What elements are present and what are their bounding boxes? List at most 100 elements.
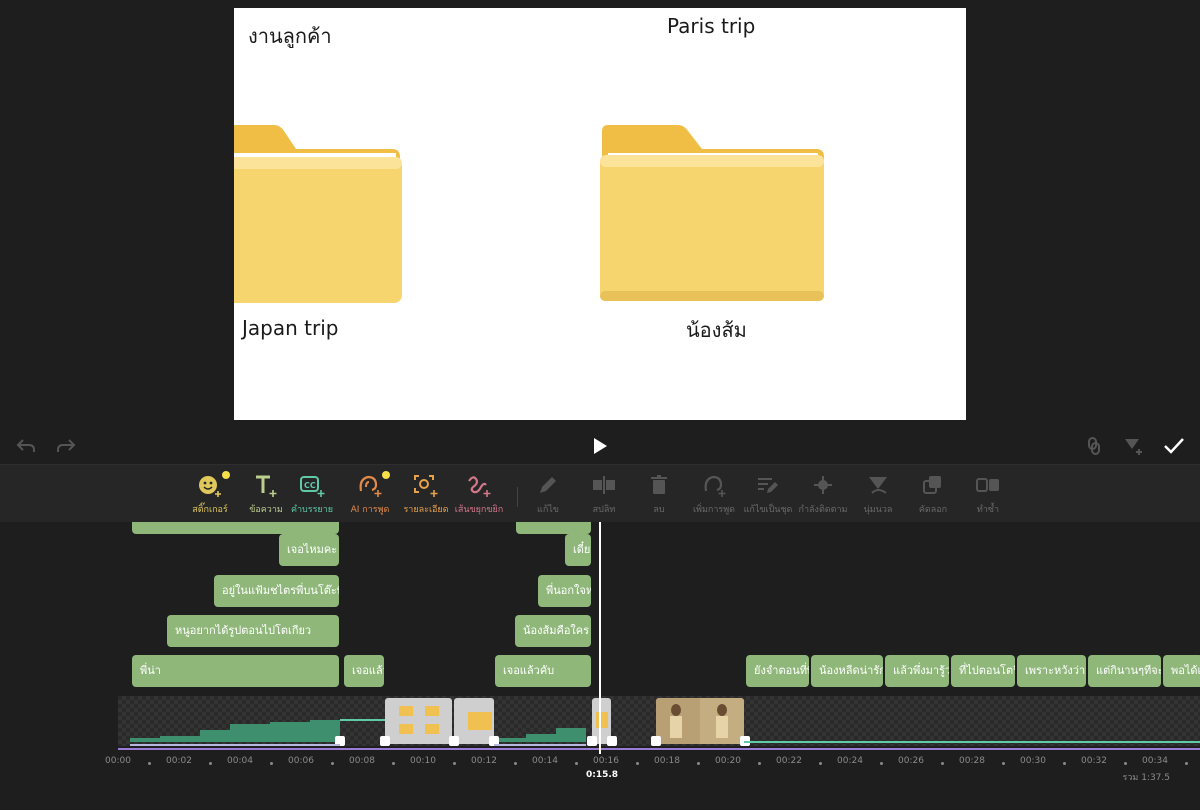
image-clip[interactable] (454, 698, 494, 744)
caption-clip[interactable]: เดี๋ย (565, 534, 591, 566)
ruler-dot (819, 762, 822, 765)
folder-thumbnail-icon (399, 706, 439, 734)
ruler-dot (514, 762, 517, 765)
delete-tool-button[interactable]: ลบ (629, 473, 689, 521)
smooth-tool-button[interactable]: นุ่มนวล (848, 473, 908, 521)
ruler-tick: 00:20 (715, 756, 741, 766)
caption-clip[interactable]: ยังจำตอนที่พี่ (746, 655, 809, 687)
caption-clip[interactable]: เจอไหมคะ (279, 534, 339, 566)
folder-icon (234, 125, 402, 303)
ai-speech-tool-button[interactable]: AI การพูด (340, 471, 400, 521)
ruler-dot (209, 762, 212, 765)
duplicate-icon (974, 473, 1002, 499)
copy-tool-button[interactable]: คัดลอก (903, 473, 963, 521)
image-clip[interactable] (385, 698, 452, 744)
checkmark-icon[interactable] (1160, 432, 1188, 460)
trim-handle[interactable] (449, 736, 459, 746)
ruler-tick: 00:06 (288, 756, 314, 766)
trim-handle[interactable] (607, 736, 617, 746)
audio-line (340, 719, 385, 721)
caption-clip[interactable]: เพราะหวังว่าจะ (1017, 655, 1086, 687)
svg-text:CC: CC (304, 481, 316, 490)
batch-edit-tool-button[interactable]: แก้ไขเป็นชุด (738, 473, 798, 521)
caption-clip[interactable]: พอได้เจ (1163, 655, 1200, 687)
caption-clip[interactable]: น้องหลีดน่ารักม (811, 655, 883, 687)
ruler-dot (1185, 762, 1188, 765)
caption-clip[interactable]: พี่นอกใจหร (538, 575, 591, 607)
video-clip[interactable] (656, 698, 744, 744)
current-time: 0:15.8 (586, 770, 619, 780)
caption-clip[interactable]: เจอแล้วคับ (495, 655, 591, 687)
photo-thumbnail-icon (656, 698, 744, 744)
split-icon (590, 473, 618, 499)
link-icon[interactable] (1080, 432, 1108, 460)
ruler-dot (636, 762, 639, 765)
ruler-tick: 00:34 (1142, 756, 1168, 766)
ruler-dot (331, 762, 334, 765)
trim-handle[interactable] (587, 736, 597, 746)
ruler-tick: 00:24 (837, 756, 863, 766)
tool-label: เพิ่มการพูด (692, 505, 736, 515)
detail-tool-button[interactable]: รายละเอียด (396, 473, 456, 521)
add-speech-icon (700, 473, 728, 499)
caption-clip[interactable]: พี่น่า (132, 655, 339, 687)
caption-clip[interactable]: แต่กินานๆทีจะเจ (1088, 655, 1161, 687)
playhead[interactable] (599, 522, 601, 754)
redo-icon[interactable] (52, 432, 80, 460)
caption-icon: CC (298, 473, 326, 499)
folder-label-bottom-left: Japan trip (242, 316, 339, 340)
caption-clip[interactable]: แล้วพึ่งมารู้ว่าเ (885, 655, 949, 687)
trim-handle[interactable] (651, 736, 661, 746)
split-tool-button[interactable]: สปลิท (574, 473, 634, 521)
ruler-tick: 00:26 (898, 756, 924, 766)
caption-clip[interactable]: ที่ไปตอนโตฟิ (951, 655, 1015, 687)
tool-label: คำบรรยาย (290, 505, 334, 515)
ruler-tick: 00:04 (227, 756, 253, 766)
preview-canvas[interactable]: งานลูกค้า Paris trip Japan trip น้องส้ม (234, 8, 966, 420)
folder-thumbnail-icon (468, 712, 492, 730)
audio-line (130, 744, 340, 746)
folder-icon (600, 125, 824, 301)
tracking-tool-button[interactable]: กำลังติดตาม (793, 473, 853, 521)
ai-speech-icon (356, 471, 390, 499)
video-editor: งานลูกค้า Paris trip Japan trip น้องส้ม (0, 0, 1200, 810)
ruler-tick: 00:12 (471, 756, 497, 766)
undo-icon[interactable] (12, 432, 40, 460)
caption-clip[interactable]: เจอแล้ว (344, 655, 384, 687)
caption-clip[interactable] (516, 522, 591, 534)
folder-label-bottom-right: น้องส้ม (686, 318, 747, 342)
caption-clip[interactable]: หนูอยากได้รูปตอนไปโตเกียว (167, 615, 339, 647)
caption-clip[interactable] (132, 522, 339, 534)
edit-tool-button[interactable]: แก้ไข (518, 473, 578, 521)
timeline[interactable]: เจอไหมคะ เดี๋ย อยู่ในแฟ้มชไตรพี่บนโต๊ะพี… (0, 522, 1200, 810)
squiggle-tool-button[interactable]: เส้นขยุกขยิก (449, 473, 509, 521)
audio-line (494, 744, 586, 746)
audio-line (744, 741, 1200, 743)
ruler-dot (697, 762, 700, 765)
play-icon[interactable] (586, 432, 614, 460)
duplicate-tool-button[interactable]: ทำซ้ำ (958, 473, 1018, 521)
new-badge-dot (222, 471, 230, 479)
add-speech-tool-button[interactable]: เพิ่มการพูด (684, 473, 744, 521)
batch-edit-icon (754, 473, 782, 499)
sticker-icon (196, 471, 230, 499)
tool-label: รายละเอียด (403, 505, 449, 515)
ruler-dot (880, 762, 883, 765)
tool-label: นุ่มนวล (863, 505, 893, 515)
tool-label: สปลิท (592, 505, 616, 515)
total-duration: รวม 1:37.5 (1122, 773, 1170, 783)
ruler-tick: 00:08 (349, 756, 375, 766)
caption-clip[interactable]: น้องส้มคือใคร (515, 615, 591, 647)
trim-handle[interactable] (380, 736, 390, 746)
tool-label: ทำซ้ำ (976, 505, 1000, 515)
add-keyframe-icon[interactable] (1120, 432, 1148, 460)
pencil-icon (534, 473, 562, 499)
text-icon (252, 473, 280, 499)
caption-clip[interactable]: อยู่ในแฟ้มชไตรพี่บนโต๊ะพี่ ทา (214, 575, 339, 607)
ruler-dot (575, 762, 578, 765)
caption-tool-button[interactable]: CC คำบรรยาย (282, 473, 342, 521)
squiggle-icon (465, 473, 493, 499)
music-line (118, 748, 1200, 750)
sticker-tool-button[interactable]: สติ๊กเกอร์ (180, 471, 240, 521)
new-badge-dot (382, 471, 390, 479)
